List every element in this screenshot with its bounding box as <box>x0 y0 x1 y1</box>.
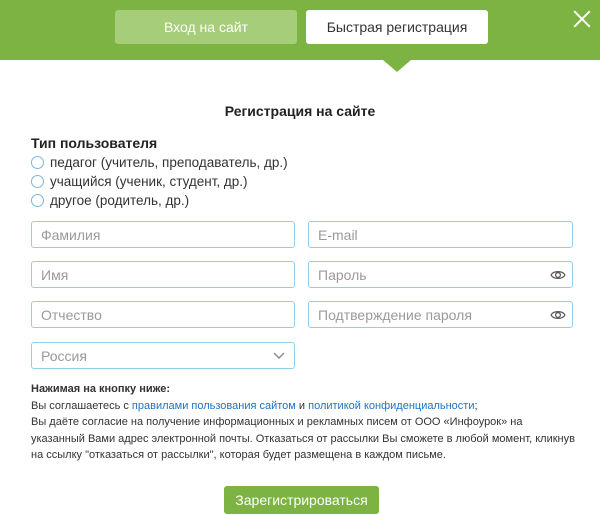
first-name-field[interactable]: Имя <box>31 261 295 288</box>
consent-line-1: Вы соглашаетесь с правилами пользования … <box>31 398 576 415</box>
password-field[interactable]: Пароль <box>308 261 573 288</box>
email-placeholder: E-mail <box>318 226 358 243</box>
password-confirm-placeholder: Подтверждение пароля <box>318 306 472 323</box>
user-type-title: Тип пользователя <box>31 135 158 151</box>
terms-link[interactable]: правилами пользования сайтом <box>132 400 296 412</box>
last-name-placeholder: Фамилия <box>41 226 101 243</box>
password-confirm-field[interactable]: Подтверждение пароля <box>308 301 573 328</box>
consent-heading: Нажимая на кнопку ниже: <box>31 383 171 395</box>
tab-login[interactable]: Вход на сайт <box>115 10 297 44</box>
close-icon[interactable] <box>571 8 593 30</box>
radio-button[interactable] <box>31 175 44 188</box>
country-select[interactable]: Россия <box>31 342 295 369</box>
radio-teacher[interactable]: педагог (учитель, преподаватель, др.) <box>31 155 288 170</box>
country-value: Россия <box>41 347 87 364</box>
chevron-down-icon <box>272 349 286 363</box>
tab-register[interactable]: Быстрая регистрация <box>306 10 488 44</box>
radio-other[interactable]: другое (родитель, др.) <box>31 193 189 208</box>
consent-and: и <box>295 399 309 412</box>
consent-line-2: Вы даёте согласие на получение информаци… <box>31 416 575 461</box>
email-field[interactable]: E-mail <box>308 221 573 248</box>
consent-prefix: Вы соглашаетесь с <box>31 399 132 412</box>
modal-header: Вход на сайт Быстрая регистрация <box>0 0 600 60</box>
first-name-placeholder: Имя <box>41 266 69 283</box>
middle-name-placeholder: Отчество <box>41 306 102 323</box>
privacy-link[interactable]: политикой конфиденциальности <box>308 400 474 412</box>
radio-label: учащийся (ученик, студент, др.) <box>50 174 248 189</box>
eye-icon[interactable] <box>550 267 566 283</box>
radio-label: другое (родитель, др.) <box>50 193 190 208</box>
form-title: Регистрация на сайте <box>224 103 376 119</box>
radio-label: педагог (учитель, преподаватель, др.) <box>50 155 288 170</box>
radio-button[interactable] <box>31 156 44 169</box>
password-placeholder: Пароль <box>318 266 367 283</box>
radio-button[interactable] <box>31 194 44 207</box>
eye-icon[interactable] <box>550 307 566 323</box>
register-button[interactable]: Зарегистрироваться <box>224 486 379 514</box>
consent-text: Нажимая на кнопку ниже: Вы соглашаетесь … <box>31 381 576 464</box>
middle-name-field[interactable]: Отчество <box>31 301 295 328</box>
consent-suffix: ; <box>474 399 478 412</box>
radio-student[interactable]: учащийся (ученик, студент, др.) <box>31 174 248 189</box>
last-name-field[interactable]: Фамилия <box>31 221 295 248</box>
active-tab-pointer <box>383 60 411 72</box>
